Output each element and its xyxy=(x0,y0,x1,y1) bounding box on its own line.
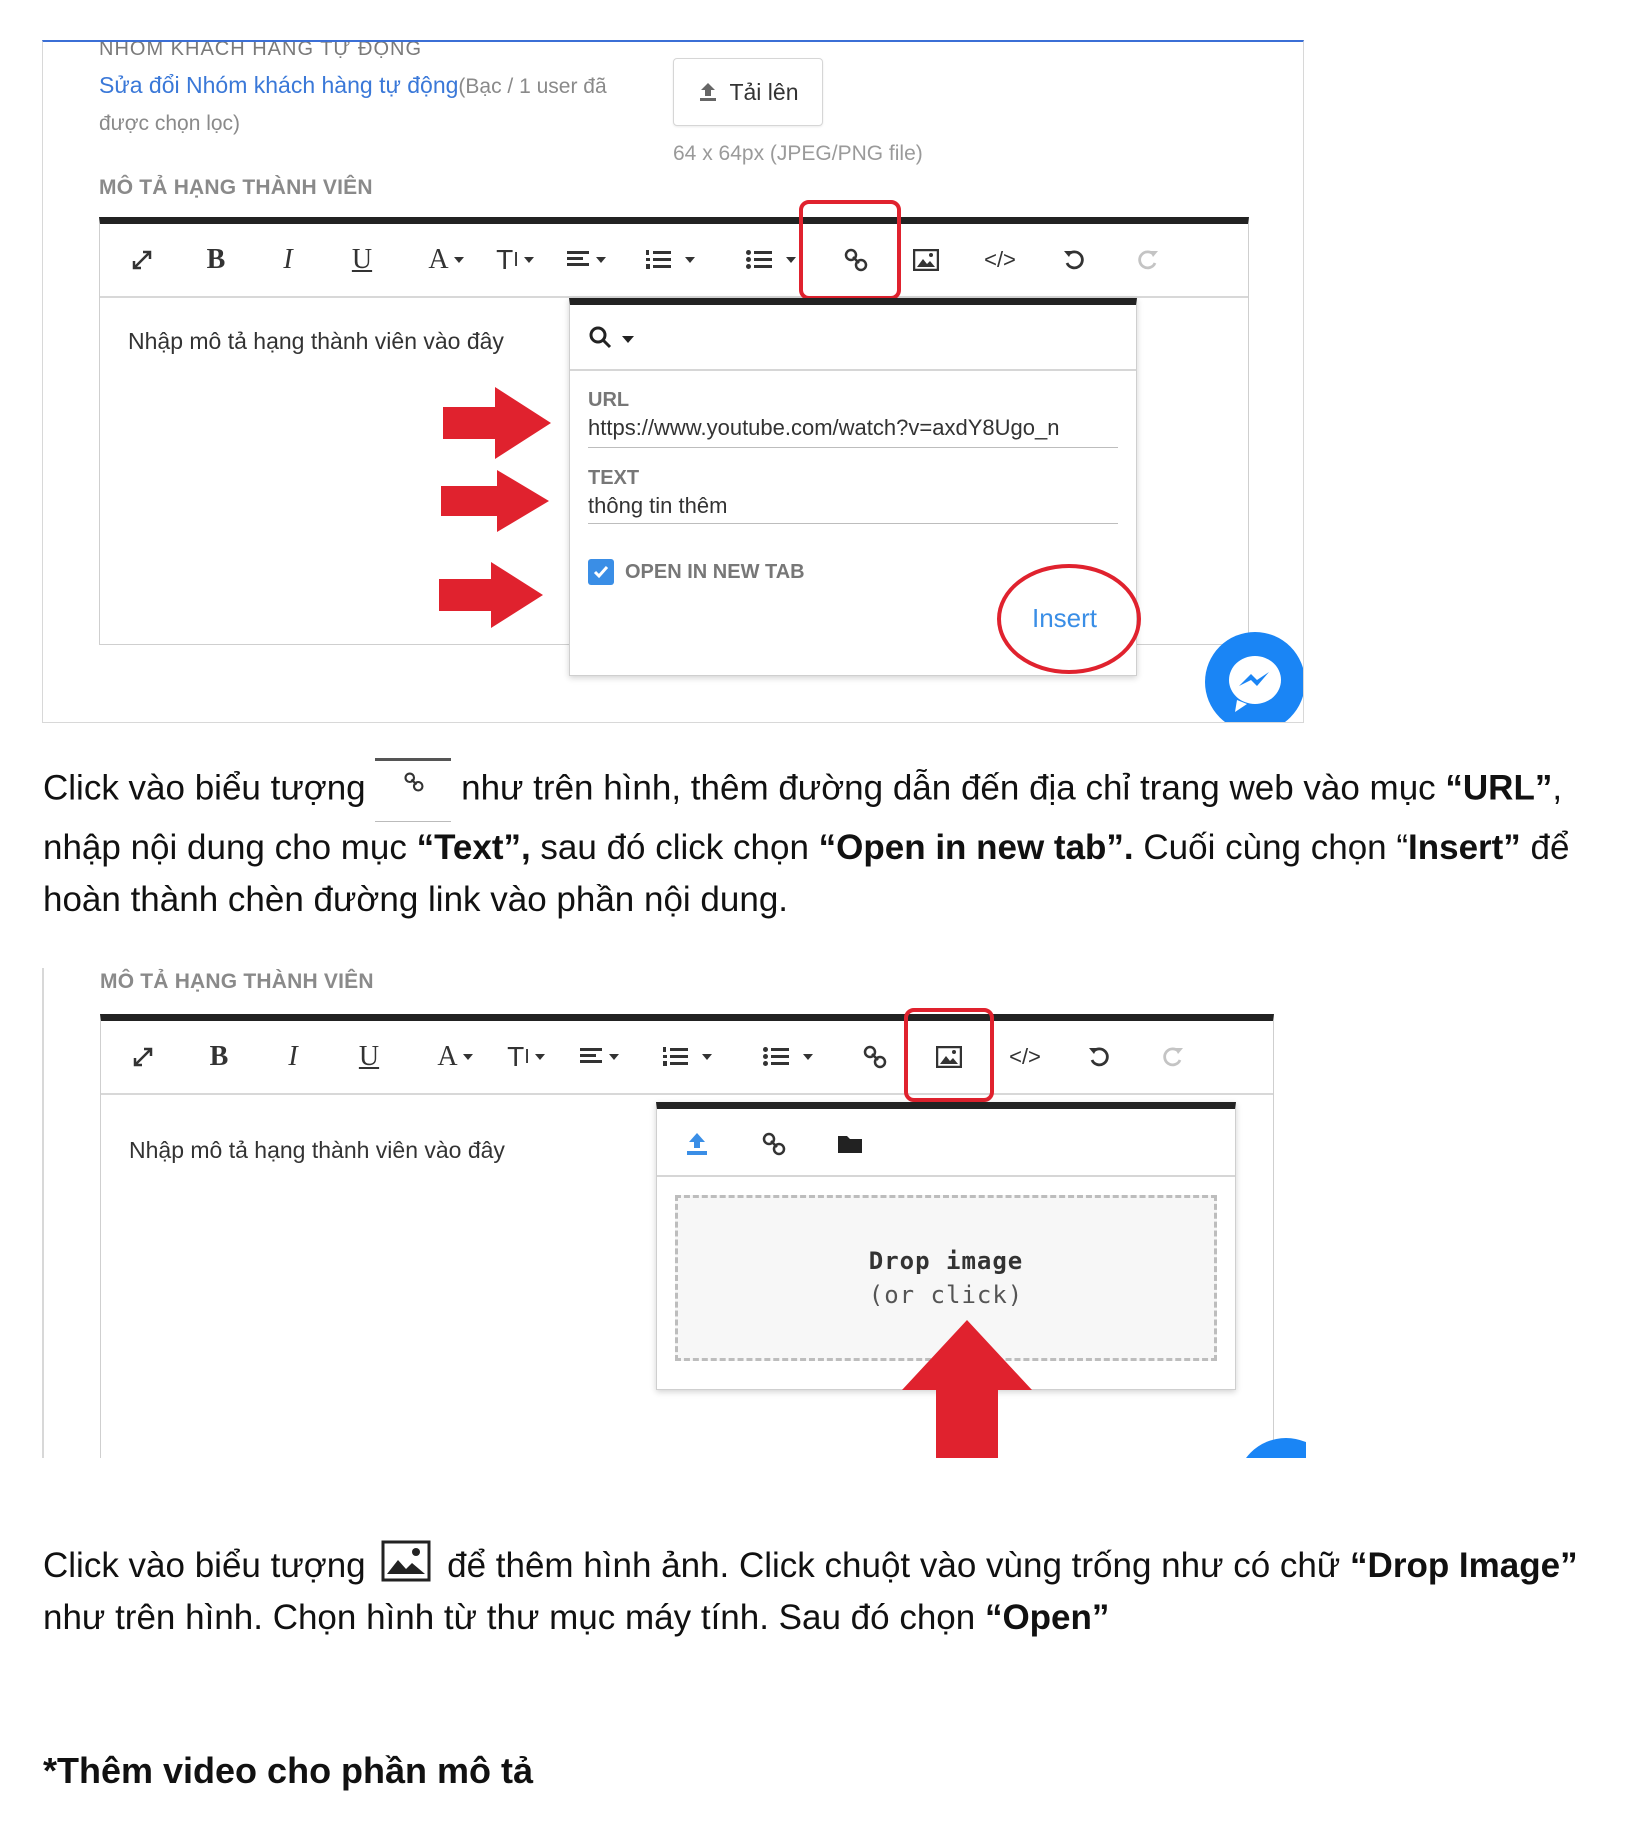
drop-image-title: Drop image xyxy=(868,1247,1024,1275)
folder-icon[interactable] xyxy=(837,1133,863,1160)
para2-bold-drop: “Drop Image” xyxy=(1350,1546,1578,1585)
edit-meta-line2: được chọn lọc) xyxy=(99,112,241,135)
italic-button[interactable]: I xyxy=(271,1035,315,1079)
unordered-list-button[interactable] xyxy=(753,1035,823,1079)
para2-text-2: để thêm hình ảnh. Click chuột vào vùng t… xyxy=(437,1546,1351,1585)
editor-placeholder-2[interactable]: Nhập mô tả hạng thành viên vào đây xyxy=(129,1137,505,1164)
popup-divider-2 xyxy=(657,1175,1235,1177)
para1-text-2: như trên hình, thêm đường dẫn đến địa ch… xyxy=(451,768,1446,808)
image-icon[interactable] xyxy=(904,238,948,282)
font-color-button[interactable]: A xyxy=(416,238,476,282)
edit-auto-group-link[interactable]: Sửa đổi Nhóm khách hàng tự động(Bạc / 1 … xyxy=(99,72,607,99)
underline-button[interactable]: U xyxy=(347,1035,391,1079)
annotation-arrow-text xyxy=(441,470,549,532)
align-icon xyxy=(579,1048,602,1063)
para2-text-1: Click vào biểu tượng xyxy=(43,1546,376,1585)
ordered-list-button[interactable] xyxy=(655,1035,719,1079)
bold-button[interactable]: B xyxy=(197,1035,241,1079)
redo-icon[interactable] xyxy=(1126,238,1170,282)
unordered-list-icon xyxy=(746,250,772,269)
screenshot-link-insert: NHÓM KHÁCH HÀNG TỰ ĐỘNG Sửa đổi Nhóm khá… xyxy=(42,40,1304,723)
annotation-arrow-dropzone xyxy=(902,1320,1032,1458)
para1-bold-newtab: “Open in new tab”. xyxy=(818,828,1134,867)
inline-link-icon xyxy=(375,758,452,822)
para1-text-5: Cuối cùng chọn “ xyxy=(1133,828,1408,867)
edit-meta: (Bạc / 1 user đã xyxy=(458,75,607,98)
instruction-paragraph-link: Click vào biểu tượng như trên hình, thêm… xyxy=(43,758,1613,926)
unordered-list-button[interactable] xyxy=(736,238,806,282)
annotation-arrow-checkbox xyxy=(439,562,543,628)
check-icon xyxy=(593,566,609,579)
font-size-button[interactable]: TI xyxy=(484,238,546,282)
unordered-list-icon xyxy=(763,1047,789,1066)
instruction-paragraph-image: Click vào biểu tượng để thêm hình ảnh. C… xyxy=(43,1540,1613,1644)
url-label: URL xyxy=(588,389,630,411)
open-new-tab-label: OPEN IN NEW TAB xyxy=(625,561,805,583)
align-button[interactable] xyxy=(558,238,614,282)
para1-text-4: sau đó click chọn xyxy=(530,828,819,867)
search-dropdown[interactable] xyxy=(588,325,648,365)
search-icon xyxy=(589,326,612,349)
inline-image-icon xyxy=(381,1540,431,1582)
section-label-2: MÔ TẢ HẠNG THÀNH VIÊN xyxy=(100,970,374,993)
popup-divider xyxy=(570,369,1136,371)
font-size-button[interactable]: TI xyxy=(495,1035,557,1079)
para1-bold-text: “Text”, xyxy=(416,828,531,867)
cutoff-heading: NHÓM KHÁCH HÀNG TỰ ĐỘNG xyxy=(99,40,423,60)
align-icon xyxy=(566,251,589,266)
italic-button[interactable]: I xyxy=(266,238,310,282)
code-view-icon[interactable]: </> xyxy=(978,238,1022,282)
text-underline xyxy=(588,523,1118,524)
upload-icon xyxy=(700,83,717,101)
annotation-arrow-url xyxy=(443,387,551,459)
ordered-list-icon xyxy=(663,1047,688,1066)
font-color-button[interactable]: A xyxy=(425,1035,485,1079)
url-tab-link-icon[interactable] xyxy=(761,1131,787,1162)
fullscreen-icon[interactable] xyxy=(121,1035,165,1079)
editor-toolbar-2: B I U A TI </> xyxy=(101,1021,1273,1095)
ordered-list-icon xyxy=(646,250,671,269)
text-label: TEXT xyxy=(588,467,640,489)
code-view-icon[interactable]: </> xyxy=(1003,1035,1047,1079)
undo-icon[interactable] xyxy=(1077,1035,1121,1079)
annotation-circle-insert xyxy=(997,564,1141,674)
para1-bold-url: “URL” xyxy=(1445,768,1553,808)
text-input[interactable]: thông tin thêm xyxy=(588,493,1118,519)
chevron-down-icon xyxy=(622,336,635,343)
para2-text-3: như trên hình. Chọn hình từ thư mục máy … xyxy=(43,1598,985,1637)
link-icon[interactable] xyxy=(853,1035,897,1079)
underline-button[interactable]: U xyxy=(340,238,384,282)
messenger-chat-button[interactable] xyxy=(1205,632,1303,722)
url-underline xyxy=(588,447,1118,448)
section-label: MÔ TẢ HẠNG THÀNH VIÊN xyxy=(99,176,373,199)
para1-bold-insert: Insert” xyxy=(1408,828,1521,867)
open-new-tab-checkbox[interactable] xyxy=(588,559,614,585)
annotation-box-image xyxy=(904,1008,994,1102)
annotation-box-link xyxy=(799,200,901,300)
drop-image-subtitle: (or click) xyxy=(868,1281,1024,1309)
undo-icon[interactable] xyxy=(1052,238,1096,282)
align-button[interactable] xyxy=(571,1035,627,1079)
screenshot-image-insert: MÔ TẢ HẠNG THÀNH VIÊN B I U A TI </> Nhậ… xyxy=(42,968,1306,1458)
upload-button[interactable]: Tải lên xyxy=(673,58,823,126)
ordered-list-button[interactable] xyxy=(638,238,702,282)
upload-hint: 64 x 64px (JPEG/PNG file) xyxy=(673,142,923,165)
upload-tab-icon[interactable] xyxy=(685,1131,709,1162)
para1-text-1: Click vào biểu tượng xyxy=(43,768,376,808)
fullscreen-icon[interactable] xyxy=(120,238,164,282)
url-input[interactable]: https://www.youtube.com/watch?v=axdY8Ugo… xyxy=(588,415,1118,441)
para2-bold-open: “Open” xyxy=(984,1598,1110,1637)
bold-button[interactable]: B xyxy=(194,238,238,282)
edit-auto-group-label[interactable]: Sửa đổi Nhóm khách hàng tự động xyxy=(99,72,458,98)
editor-placeholder[interactable]: Nhập mô tả hạng thành viên vào đây xyxy=(128,328,504,355)
redo-icon[interactable] xyxy=(1151,1035,1195,1079)
editor-toolbar: B I U A TI </> xyxy=(100,224,1248,298)
video-section-heading: *Thêm video cho phần mô tả xyxy=(43,1750,534,1791)
upload-button-label: Tải lên xyxy=(729,78,799,105)
messenger-icon xyxy=(1229,656,1281,712)
